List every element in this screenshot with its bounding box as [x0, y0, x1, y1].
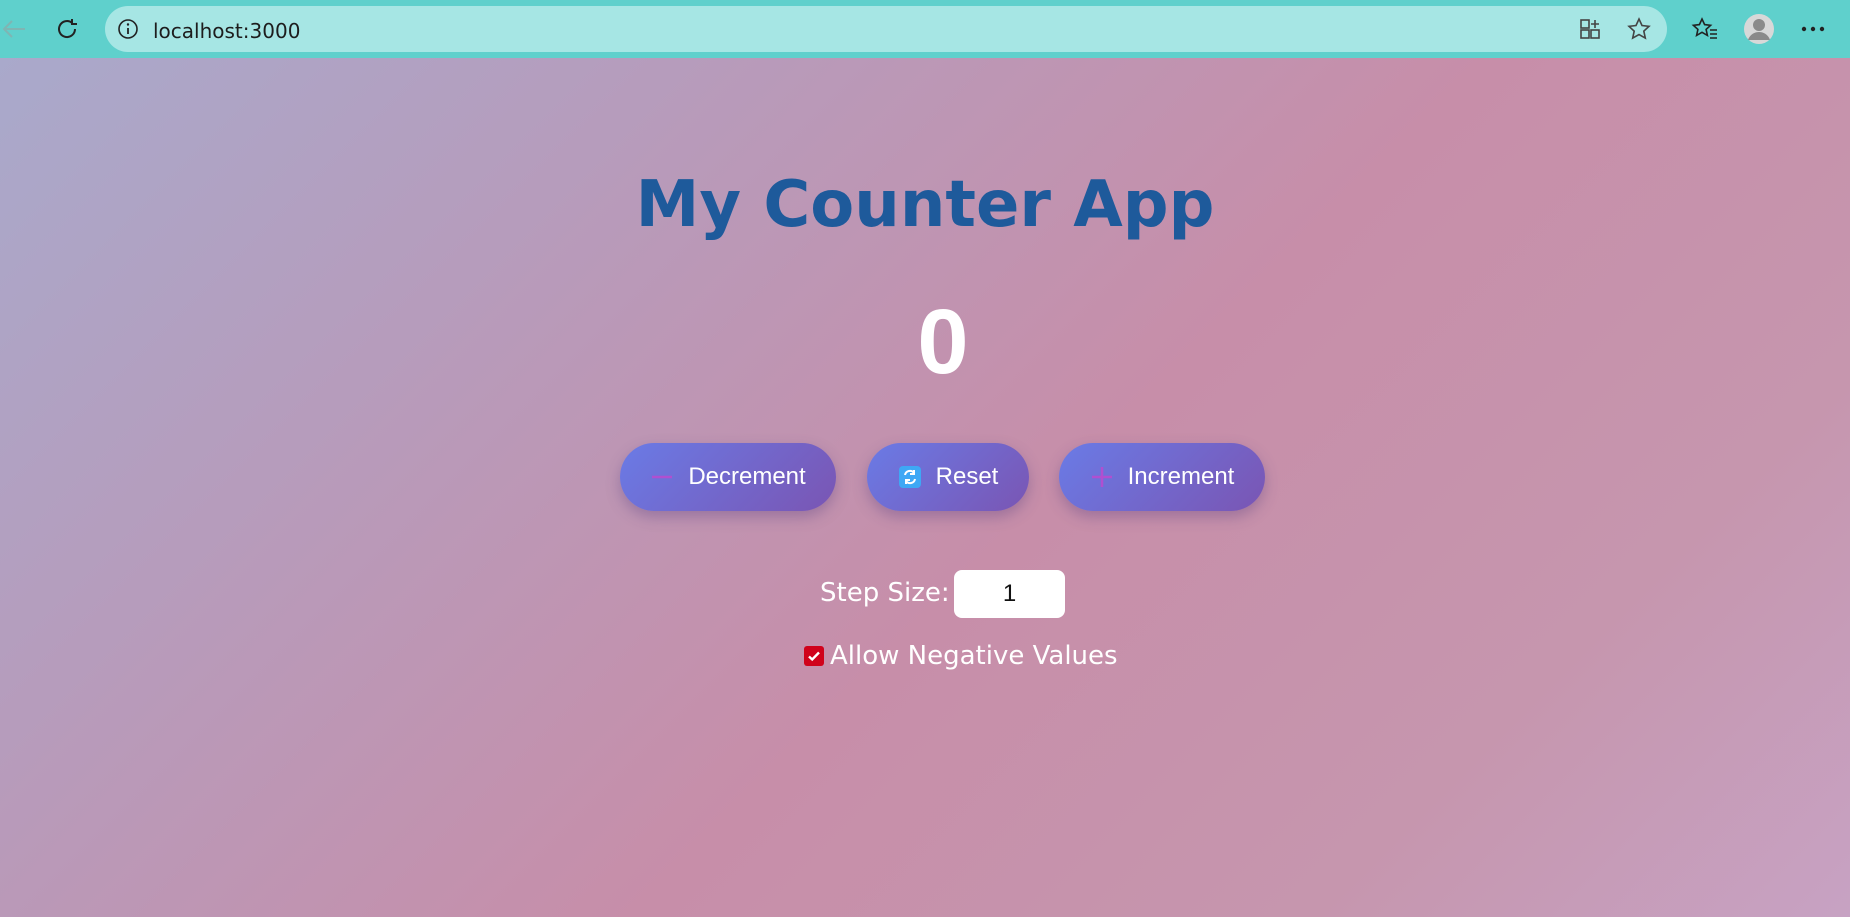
counter-value: 0 [917, 291, 969, 393]
reset-button[interactable]: Reset [867, 443, 1029, 511]
star-icon[interactable] [1625, 15, 1653, 43]
page-title: My Counter App [635, 168, 1215, 242]
minus-icon [650, 465, 674, 489]
site-info-icon[interactable] [116, 17, 140, 41]
increment-button[interactable]: Increment [1059, 443, 1265, 511]
favorites-icon[interactable] [1690, 14, 1720, 44]
browser-toolbar: localhost:3000 [0, 0, 1850, 58]
increment-label: Increment [1127, 463, 1235, 490]
step-size-label: Step Size: [820, 578, 950, 608]
step-size-input[interactable] [954, 570, 1065, 618]
profile-avatar-icon[interactable] [1742, 12, 1776, 46]
plus-icon [1090, 465, 1114, 489]
allow-negative-label: Allow Negative Values [830, 641, 1118, 671]
allow-negative-checkbox[interactable] [804, 646, 824, 666]
reset-icon [898, 465, 922, 489]
back-icon[interactable] [0, 14, 28, 44]
app-container: My Counter App 0 Decrement Reset Increme… [0, 58, 1850, 917]
apps-icon[interactable] [1577, 16, 1603, 42]
decrement-button[interactable]: Decrement [620, 443, 836, 511]
more-options-icon[interactable] [1798, 16, 1828, 42]
url-text: localhost:3000 [153, 19, 301, 43]
decrement-label: Decrement [688, 463, 806, 490]
allow-negative-row[interactable]: Allow Negative Values [804, 641, 1118, 671]
refresh-icon[interactable] [52, 14, 82, 44]
reset-label: Reset [935, 463, 999, 490]
address-bar[interactable]: localhost:3000 [105, 6, 1667, 52]
